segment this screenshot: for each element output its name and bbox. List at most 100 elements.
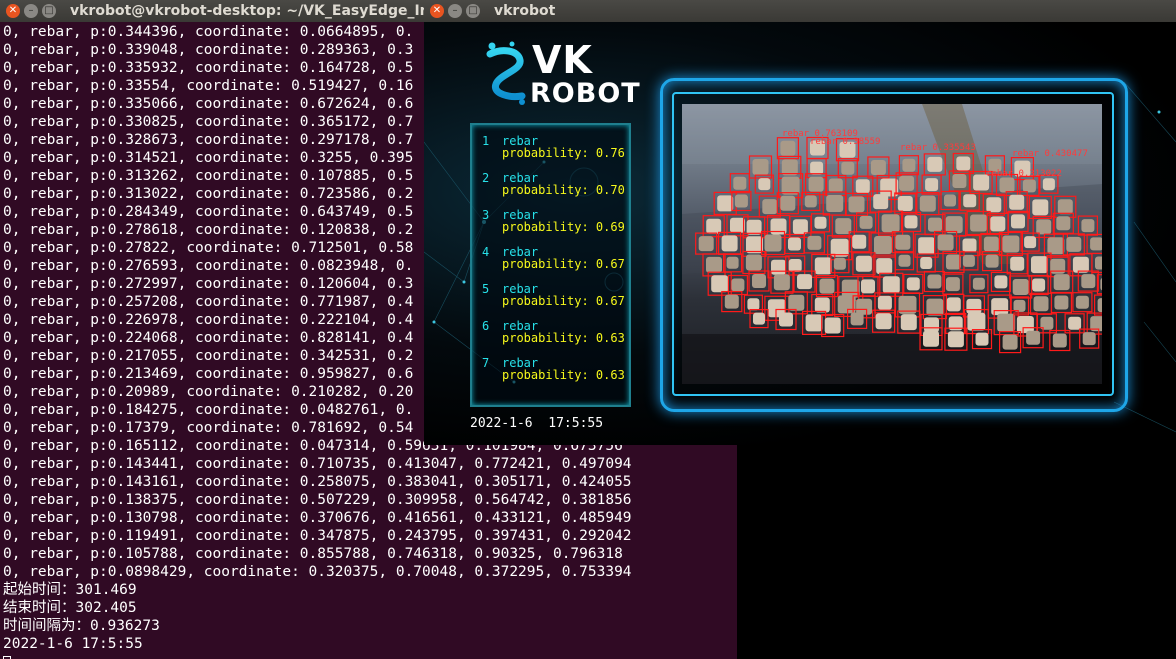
rebar-end xyxy=(733,176,747,190)
rebar-end xyxy=(814,297,830,313)
rebar-end xyxy=(746,236,763,254)
rebar-end xyxy=(828,178,843,193)
maximize-icon[interactable]: □ xyxy=(42,4,56,18)
rebar-end xyxy=(1047,237,1065,255)
rebar-end xyxy=(1095,256,1102,270)
rebar-end xyxy=(797,274,812,290)
rebar-end xyxy=(788,294,805,311)
item-probability: probability: 0.67 xyxy=(502,294,625,308)
rebar-end xyxy=(898,254,911,267)
rebar-end xyxy=(792,219,808,235)
rebar-end xyxy=(986,197,1002,213)
rebar-end xyxy=(970,214,988,232)
rebar-end xyxy=(1031,256,1048,274)
rebar-end xyxy=(874,236,892,254)
rebar-end xyxy=(808,176,824,192)
rebar-end xyxy=(875,313,892,330)
rebar-end xyxy=(927,274,942,289)
rebar-end xyxy=(1032,278,1046,292)
rebar-end xyxy=(904,215,918,229)
rebar-end xyxy=(899,175,915,191)
rebar-end xyxy=(928,217,942,232)
rebar-end xyxy=(859,215,873,229)
rebar-end xyxy=(1072,256,1089,273)
rebar-end xyxy=(706,218,722,234)
rebar-end xyxy=(967,312,986,331)
rebar-end xyxy=(726,256,739,269)
terminal-line: 0, rebar, p:0.130798, coordinate: 0.3706… xyxy=(3,510,632,526)
rebar-end xyxy=(1081,274,1096,289)
rebar-end xyxy=(780,140,796,156)
rebar-end xyxy=(747,298,760,311)
rebar-end xyxy=(711,275,729,293)
rebar-end xyxy=(923,330,939,347)
rebar-end xyxy=(1022,179,1036,193)
rebar-end xyxy=(870,160,886,175)
rebar-end xyxy=(758,178,771,191)
rebar-end xyxy=(855,255,872,272)
terminal-line: 0, rebar, p:0.0898429, coordinate: 0.320… xyxy=(3,564,632,580)
close-icon[interactable]: ✕ xyxy=(430,4,444,18)
maximize-icon[interactable]: □ xyxy=(466,4,480,18)
rebar-end xyxy=(882,276,900,294)
rebar-end xyxy=(1026,330,1041,345)
rebar-end xyxy=(833,257,846,270)
rebar-end xyxy=(876,258,893,275)
rebar-end xyxy=(937,234,954,251)
rebar-end xyxy=(1052,333,1067,348)
logo-mark-icon xyxy=(486,41,526,105)
close-icon[interactable]: ✕ xyxy=(6,4,20,18)
rebar-end xyxy=(1068,316,1082,330)
rebar-end xyxy=(962,238,977,253)
rebar-end xyxy=(1090,237,1102,251)
rebar-end xyxy=(810,161,824,175)
rebar-end xyxy=(781,176,800,195)
rebar-end xyxy=(947,331,964,348)
logo-robot-text: ROBOT xyxy=(530,78,641,109)
rebar-end xyxy=(906,277,920,291)
rebar-end xyxy=(753,312,765,325)
rebar-end xyxy=(824,317,841,334)
item-index: 3 xyxy=(482,208,490,222)
rebar-end xyxy=(706,256,722,273)
rebar-end xyxy=(920,257,933,269)
rebar-end xyxy=(900,314,917,331)
rebar-end xyxy=(952,174,967,188)
rebar-end xyxy=(946,297,961,312)
rebar-end xyxy=(788,259,802,272)
vkrobot-titlebar[interactable]: ✕ – □ vkrobot xyxy=(424,0,1176,22)
item-probability: probability: 0.69 xyxy=(502,220,625,234)
rebar-end xyxy=(963,194,977,208)
rebar-end xyxy=(1010,256,1025,271)
rebar-end xyxy=(734,194,748,208)
terminal-title: vkrobot@vkrobot-desktop: ~/VK_EasyEdge_I… xyxy=(70,3,446,19)
rebar-end xyxy=(848,196,865,213)
item-index: 2 xyxy=(482,171,490,185)
rebar-end xyxy=(877,295,892,310)
rebar-end xyxy=(771,259,786,275)
rebar-end xyxy=(745,254,762,271)
rebar-end xyxy=(1081,219,1095,233)
item-index: 5 xyxy=(482,282,490,296)
rebar-end xyxy=(975,332,989,346)
rebar-end xyxy=(805,314,823,332)
item-index: 1 xyxy=(482,134,490,148)
rebar-end xyxy=(1066,236,1082,252)
item-index: 4 xyxy=(482,245,490,259)
rebar-end xyxy=(779,312,793,327)
minimize-icon[interactable]: – xyxy=(448,4,462,18)
item-probability: probability: 0.70 xyxy=(502,183,625,197)
vkrobot-window[interactable]: ✕ – □ vkrobot VK ROBOT 1 rebar probabili… xyxy=(424,0,1176,445)
minimize-icon[interactable]: – xyxy=(24,4,38,18)
list-item: 7 rebar probability: 0.63 xyxy=(482,356,625,386)
list-item: 3 rebar probability: 0.69 xyxy=(482,208,625,238)
rebar-end xyxy=(717,195,734,212)
rebar-end xyxy=(925,178,939,192)
datetime-display: 2022-1-6 17:5:55 xyxy=(470,416,604,431)
terminal-line: 0, rebar, p:0.143161, coordinate: 0.2580… xyxy=(3,474,632,490)
rebar-end xyxy=(1036,219,1052,235)
terminal-line: 0, rebar, p:0.119491, coordinate: 0.3478… xyxy=(3,528,632,544)
list-item: 1 rebar probability: 0.76 xyxy=(482,134,625,164)
rebar-end xyxy=(762,199,778,215)
item-probability: probability: 0.63 xyxy=(502,331,625,345)
